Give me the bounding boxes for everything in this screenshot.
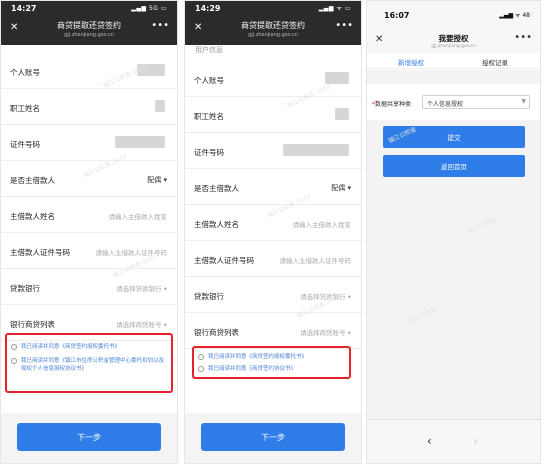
field-label: 贷款银行 bbox=[10, 284, 40, 293]
field-placeholder: 请选择商贷账号 ▾ bbox=[300, 329, 351, 337]
title-bar: ✕ 商贷提取还贷签约 gjj.zhenjiang.gov.cn ••• bbox=[185, 15, 361, 45]
signal-icon: ▂▄▆ 5G ▭ bbox=[131, 4, 167, 12]
tab-authorization-records[interactable]: 授权记录 bbox=[465, 57, 525, 67]
bottom-bar: 下一步 bbox=[1, 413, 177, 463]
status-time: 14:29 bbox=[195, 3, 221, 13]
agreement-item[interactable]: 我已阅读并同意《商贷签约协议书》 bbox=[198, 365, 345, 373]
select-value: 个人信息授权 bbox=[427, 101, 464, 108]
more-icon[interactable]: ••• bbox=[335, 20, 353, 31]
page-body: *数据共享种类 个人信息授权 ▼ 提交 返回首页 镇江公积金 镇江公积金 镇江公… bbox=[367, 70, 540, 463]
phone-screen-2: 14:29 ▂▄▆ ᯤ ▭ ✕ 商贷提取还贷签约 gjj.zhenjiang.g… bbox=[184, 0, 362, 464]
redacted-value bbox=[115, 136, 165, 148]
page-url: gjj.zhenjiang.gov.cn bbox=[431, 44, 476, 49]
radio-icon[interactable] bbox=[11, 358, 17, 364]
page-url: gjj.zhenjiang.gov.cn bbox=[64, 32, 114, 38]
field-placeholder: 请选择商贷账号 ▾ bbox=[116, 321, 167, 329]
data-share-type-select[interactable]: 个人信息授权 ▼ bbox=[422, 95, 530, 109]
form-row-name[interactable]: 职工姓名 bbox=[1, 89, 177, 125]
agreement-item[interactable]: 我已阅读并同意《商贷签约授权委托书》 bbox=[198, 353, 345, 361]
field-placeholder: 请输入主借款人姓名 bbox=[108, 213, 168, 221]
return-home-button[interactable]: 返回首页 bbox=[383, 155, 525, 177]
next-step-button[interactable]: 下一步 bbox=[201, 423, 345, 451]
more-icon[interactable]: ••• bbox=[151, 20, 169, 31]
field-label: *数据共享种类 bbox=[372, 101, 412, 108]
field-label: 个人账号 bbox=[194, 76, 224, 85]
field-value: 配偶 ▾ bbox=[331, 184, 351, 192]
more-icon[interactable]: ••• bbox=[514, 32, 532, 43]
title-bar: ✕ 我要授权 gjj.zhenjiang.gov.cn ••• bbox=[367, 31, 540, 53]
form-row-is-main-borrower[interactable]: 是否主借款人 配偶 ▾ bbox=[185, 169, 361, 205]
field-placeholder: 请输入主借款人姓名 bbox=[292, 221, 352, 229]
title-bar: ✕ 商贷提取还贷签约 gjj.zhenjiang.gov.cn ••• bbox=[1, 15, 177, 45]
form-row-id-number[interactable]: 证件号码 bbox=[1, 125, 177, 161]
form-row-id-number[interactable]: 证件号码 bbox=[185, 133, 361, 169]
redacted-value bbox=[283, 144, 349, 156]
phone-screen-1: 14:27 ▂▄▆ 5G ▭ ✕ 商贷提取还贷签约 gjj.zhenjiang.… bbox=[0, 0, 178, 464]
tab-bar: 新增授权 授权记录 bbox=[367, 53, 540, 72]
form-row-account[interactable]: 个人账号 bbox=[185, 61, 361, 97]
field-label: 银行商贷列表 bbox=[194, 328, 239, 337]
field-label: 银行商贷列表 bbox=[10, 320, 55, 329]
field-label: 是否主借款人 bbox=[10, 176, 55, 185]
field-label: 贷款银行 bbox=[194, 292, 224, 301]
back-arrow-icon[interactable]: ‹ bbox=[427, 434, 432, 448]
agreement-highlight-box: 我已阅读并同意《商贷签约授权委托书》 我已阅读并同意《镇江市住房公积金管理中心委… bbox=[5, 333, 173, 393]
signal-icon: ▂▄▆ ᯤ 48 bbox=[499, 12, 530, 19]
agreement-highlight-box: 我已阅读并同意《商贷签约授权委托书》 我已阅读并同意《商贷签约协议书》 bbox=[192, 346, 351, 379]
redacted-value bbox=[335, 108, 349, 120]
field-label: 主借款人证件号码 bbox=[10, 248, 70, 257]
section-header-partial: 用户信息 bbox=[195, 46, 223, 54]
radio-icon[interactable] bbox=[11, 344, 17, 350]
field-value: 配偶 ▾ bbox=[147, 176, 167, 184]
form-row-name[interactable]: 职工姓名 bbox=[185, 97, 361, 133]
radio-icon[interactable] bbox=[198, 366, 204, 372]
page-url: gjj.zhenjiang.gov.cn bbox=[248, 32, 298, 38]
browser-nav-bar: ‹ › bbox=[367, 419, 540, 463]
signal-icon: ▂▄▆ ᯤ ▭ bbox=[318, 5, 351, 12]
chevron-down-icon: ▼ bbox=[521, 98, 526, 105]
next-step-button[interactable]: 下一步 bbox=[17, 423, 161, 451]
field-label: 主借款人证件号码 bbox=[194, 256, 254, 265]
agreement-item[interactable]: 我已阅读并同意《镇江市住房公积金管理中心委托扣划以及授权个人信息授权协议书》 bbox=[11, 357, 167, 373]
field-label: 职工姓名 bbox=[10, 104, 40, 113]
status-bar: 16:07 ▂▄▆ ᯤ 48 bbox=[367, 1, 540, 31]
redacted-value bbox=[155, 100, 165, 112]
radio-icon[interactable] bbox=[198, 354, 204, 360]
field-label: 主借款人姓名 bbox=[10, 212, 55, 221]
field-label: 个人账号 bbox=[10, 68, 40, 77]
field-label: 证件号码 bbox=[194, 148, 224, 157]
field-label: 主借款人姓名 bbox=[194, 220, 239, 229]
field-label: 是否主借款人 bbox=[194, 184, 239, 193]
form-row-account[interactable]: 个人账号 bbox=[1, 53, 177, 89]
forward-arrow-icon[interactable]: › bbox=[473, 434, 478, 448]
field-label: 职工姓名 bbox=[194, 112, 224, 121]
bottom-bar: 下一步 bbox=[185, 413, 361, 463]
field-label: 证件号码 bbox=[10, 140, 40, 149]
form-row-main-borrower-id[interactable]: 主借款人证件号码 请输入主借款人证件号码 bbox=[1, 233, 177, 269]
status-time: 14:27 bbox=[11, 3, 37, 13]
agreement-item[interactable]: 我已阅读并同意《商贷签约授权委托书》 bbox=[11, 343, 167, 351]
form-row-main-borrower-id[interactable]: 主借款人证件号码 请输入主借款人证件号码 bbox=[185, 241, 361, 277]
form-row-bank-loan-list[interactable]: 银行商贷列表 请选择商贷账号 ▾ bbox=[185, 313, 361, 349]
status-bar: 14:27 ▂▄▆ 5G ▭ bbox=[1, 1, 177, 15]
phone-screen-3: 16:07 ▂▄▆ ᯤ 48 ✕ 我要授权 gjj.zhenjiang.gov.… bbox=[366, 0, 541, 464]
status-time: 16:07 bbox=[384, 11, 410, 20]
form-row-main-borrower-name[interactable]: 主借款人姓名 请输入主借款人姓名 bbox=[1, 197, 177, 233]
status-bar: 14:29 ▂▄▆ ᯤ ▭ bbox=[185, 1, 361, 15]
field-placeholder: 请选择贷款银行 ▾ bbox=[116, 285, 167, 293]
tab-new-authorization[interactable]: 新增授权 bbox=[381, 57, 441, 72]
field-placeholder: 请输入主借款人证件号码 bbox=[279, 257, 352, 265]
data-share-type-field: *数据共享种类 个人信息授权 ▼ bbox=[367, 84, 540, 120]
form-row-loan-bank[interactable]: 贷款银行 请选择贷款银行 ▾ bbox=[1, 269, 177, 305]
